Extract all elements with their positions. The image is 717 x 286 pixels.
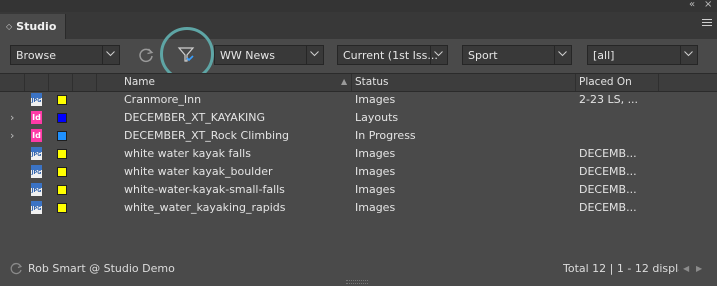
jpg-file-icon: JPG <box>31 165 42 178</box>
chevron-down-icon <box>102 46 119 64</box>
row-status: Images <box>355 183 396 196</box>
issue-dropdown[interactable]: Current (1st Iss... <box>337 45 448 65</box>
row-status: Images <box>355 147 396 160</box>
row-status: In Progress <box>355 129 416 142</box>
tab-grip-icon: ◇ <box>6 22 13 31</box>
publication-dropdown[interactable]: WW News <box>214 45 324 65</box>
publication-dropdown-value: WW News <box>220 49 275 62</box>
table-row[interactable]: › Id DECEMBER_XT_Rock Climbing In Progress <box>0 127 717 145</box>
status-filter-dropdown[interactable]: [all] <box>587 45 698 65</box>
browse-dropdown[interactable]: Browse <box>10 45 120 65</box>
row-name: white water kayak falls <box>124 147 251 160</box>
row-name: DECEMBER_XT_Rock Climbing <box>124 129 290 142</box>
jpg-file-icon: JPG <box>31 93 42 106</box>
status-filter-dropdown-value: [all] <box>593 49 615 62</box>
tab-studio[interactable]: ◇ Studio <box>0 14 66 39</box>
close-panel-button[interactable]: × <box>704 0 712 11</box>
indesign-file-icon: Id <box>31 111 42 124</box>
panel-menu-icon[interactable] <box>702 17 712 28</box>
refresh-icon <box>139 48 154 63</box>
section-dropdown-value: Sport <box>468 49 498 62</box>
table-row[interactable]: JPG white water kayak falls Images DECEMB..… <box>0 145 717 163</box>
row-status: Images <box>355 201 396 214</box>
jpg-file-icon: JPG <box>31 147 42 160</box>
row-name: Cranmore_Inn <box>124 93 202 106</box>
current-user-label: Rob Smart @ Studio Demo <box>28 262 175 275</box>
chevron-down-icon <box>306 46 323 64</box>
chevron-down-icon <box>680 46 697 64</box>
jpg-file-icon: JPG <box>31 183 42 196</box>
issue-dropdown-value: Current (1st Iss... <box>343 49 438 62</box>
browse-dropdown-value: Browse <box>16 49 57 62</box>
color-label-swatch <box>57 185 67 195</box>
row-name: white water kayak_boulder <box>124 165 273 178</box>
row-name: white-water-kayak-small-falls <box>124 183 285 196</box>
column-header-name[interactable]: Name <box>124 76 155 88</box>
column-header-status[interactable]: Status <box>355 76 388 88</box>
next-page-icon[interactable]: ▶ <box>696 264 702 273</box>
color-label-swatch <box>57 167 67 177</box>
toolbar: Browse WW News Current (1st Iss... Sport… <box>0 27 717 81</box>
table-row[interactable]: JPG white-water-kayak-small-falls Images DE… <box>0 181 717 199</box>
color-label-swatch <box>57 131 67 141</box>
table-row[interactable]: › Id DECEMBER_XT_KAYAKING Layouts <box>0 109 717 127</box>
refresh-button[interactable] <box>136 45 158 65</box>
indesign-file-icon: Id <box>31 129 42 142</box>
expand-chevron-icon[interactable]: › <box>10 129 14 142</box>
table-row[interactable]: JPG Cranmore_Inn Images 2-23 LS, ... <box>0 91 717 109</box>
color-label-swatch <box>57 149 67 159</box>
collapse-panel-button[interactable]: « <box>689 0 695 11</box>
chevron-down-icon <box>430 46 447 64</box>
row-name: white_water_kayaking_rapids <box>124 201 286 214</box>
sort-ascending-icon: ▲ <box>341 77 348 86</box>
resize-grip[interactable] <box>346 280 368 284</box>
row-placed-on: DECEMB... <box>579 165 637 178</box>
file-list: JPG Cranmore_Inn Images 2-23 LS, ... › Id DECE… <box>0 91 717 217</box>
tab-bar: ◇ Studio <box>0 12 717 39</box>
row-status: Layouts <box>355 111 399 124</box>
color-label-swatch <box>57 113 67 123</box>
row-placed-on: DECEMB... <box>579 183 637 196</box>
panel-title-strip: « × <box>0 0 717 12</box>
table-row[interactable]: JPG white water kayak_boulder Images DECEMB… <box>0 163 717 181</box>
row-placed-on: DECEMB... <box>579 147 637 160</box>
jpg-file-icon: JPG <box>31 201 42 214</box>
table-row[interactable]: JPG white_water_kayaking_rapids Images DECE… <box>0 199 717 217</box>
section-dropdown[interactable]: Sport <box>462 45 572 65</box>
expand-chevron-icon[interactable]: › <box>10 111 14 124</box>
row-placed-on: DECEMB... <box>579 201 637 214</box>
column-header-placed-on[interactable]: Placed On <box>579 76 632 88</box>
color-label-swatch <box>57 203 67 213</box>
row-status: Images <box>355 93 396 106</box>
previous-page-icon[interactable]: ◀ <box>683 264 689 273</box>
studio-panel: « × ◇ Studio Browse WW News Current (1st… <box>0 0 717 286</box>
status-bar: Rob Smart @ Studio Demo Total 12 | 1 - 1… <box>0 258 717 280</box>
sync-icon <box>10 262 23 278</box>
row-name: DECEMBER_XT_KAYAKING <box>124 111 266 124</box>
tab-label: Studio <box>16 20 57 33</box>
total-count-label: Total 12 | 1 - 12 displayed <box>563 262 679 275</box>
color-label-swatch <box>57 95 67 105</box>
table-header: Name ▲ Status Placed On <box>0 73 717 92</box>
row-placed-on: 2-23 LS, ... <box>579 93 639 106</box>
row-status: Images <box>355 165 396 178</box>
chevron-down-icon <box>554 46 571 64</box>
